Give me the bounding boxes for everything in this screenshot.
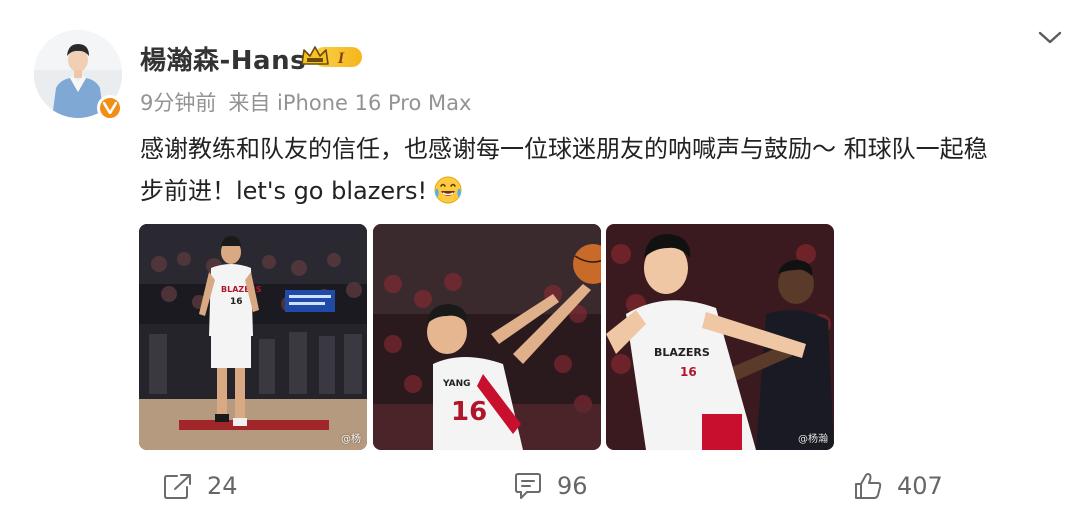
- like-count: 407: [897, 472, 943, 500]
- post-text-line-1: 感谢教练和队友的信任，也感谢每一位球迷朋友的呐喊声与鼓励～ 和球队一起稳: [140, 135, 988, 163]
- post-text-line-2-text: 步前进！let's go blazers!: [140, 177, 428, 205]
- chevron-down-icon[interactable]: [1036, 26, 1064, 48]
- thumbs-up-icon: [855, 473, 882, 499]
- photo-player-defending: BLAZERS 16: [606, 224, 834, 450]
- badge-level-text: I: [337, 50, 345, 67]
- comment-icon: [515, 473, 541, 499]
- photo-watermark: @杨瀚: [798, 434, 828, 445]
- verified-badge: [97, 95, 123, 121]
- laughing-crying-emoji-icon: [434, 176, 462, 204]
- like-button[interactable]: 407: [853, 464, 943, 508]
- photo-watermark: @杨: [341, 434, 361, 445]
- post-text-line-2: 步前进！let's go blazers!: [140, 170, 1060, 212]
- post-photo-1[interactable]: BLAZERS 16 @杨: [139, 224, 367, 450]
- post-photo-3[interactable]: BLAZERS 16 @杨瀚: [606, 224, 834, 450]
- verified-icon: [103, 102, 117, 114]
- photo-player-dribbling: BLAZERS 16: [139, 224, 367, 450]
- comment-count: 96: [557, 472, 588, 500]
- svg-text:BLAZERS: BLAZERS: [654, 346, 710, 359]
- svg-text:BLAZERS: BLAZERS: [221, 285, 262, 294]
- svg-text:YANG: YANG: [442, 379, 471, 389]
- weibo-post-card: 楊瀚森-Hans I 9分钟前 来自 iPhone 16 Pro Max 感谢教练…: [0, 0, 1080, 525]
- post-meta: 9分钟前 来自 iPhone 16 Pro Max: [140, 87, 471, 117]
- post-actions-bar: 24 96 407: [0, 464, 1080, 508]
- share-icon: [164, 474, 191, 499]
- post-text: 感谢教练和队友的信任，也感谢每一位球迷朋友的呐喊声与鼓励～ 和球队一起稳 步前进…: [140, 128, 1060, 212]
- svg-text:16: 16: [230, 297, 243, 307]
- svg-text:16: 16: [451, 397, 487, 427]
- share-button[interactable]: 24: [163, 464, 238, 508]
- share-count: 24: [207, 472, 238, 500]
- post-photo-2[interactable]: YANG 16: [373, 224, 601, 450]
- photo-player-shooting: YANG 16: [373, 224, 601, 450]
- author-name[interactable]: 楊瀚森-Hans: [140, 40, 306, 77]
- post-time[interactable]: 9分钟前: [140, 91, 216, 115]
- member-level-badge[interactable]: I: [300, 44, 366, 70]
- svg-text:16: 16: [680, 365, 697, 379]
- comment-button[interactable]: 96: [513, 464, 588, 508]
- post-source: 来自 iPhone 16 Pro Max: [228, 91, 472, 115]
